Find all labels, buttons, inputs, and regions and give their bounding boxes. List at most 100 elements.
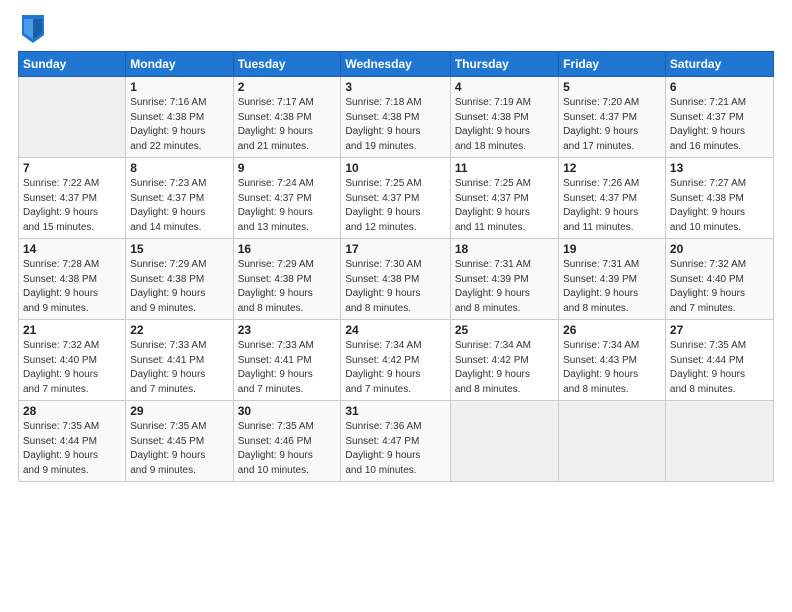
day-number: 5 [563,80,661,94]
day-info: Sunrise: 7:25 AMSunset: 4:37 PMDaylight:… [345,177,445,235]
day-number: 29 [130,404,228,418]
calendar-cell: 13Sunrise: 7:27 AMSunset: 4:38 PMDayligh… [665,158,773,239]
calendar-cell: 31Sunrise: 7:36 AMSunset: 4:47 PMDayligh… [341,401,450,482]
day-info: Sunrise: 7:34 AMSunset: 4:42 PMDaylight:… [455,339,554,397]
calendar-cell: 21 Sunrise: 7:32 AMSunset: 4:40 PMDayligh… [19,320,126,401]
calendar-cell: 3Sunrise: 7:18 AMSunset: 4:38 PMDaylight… [341,77,450,158]
day-number: 4 [455,80,554,94]
day-info: Sunrise: 7:31 AMSunset: 4:39 PMDaylight:… [563,258,661,316]
day-number: 1 [130,80,228,94]
calendar-cell: 9Sunrise: 7:24 AMSunset: 4:37 PMDaylight… [233,158,341,239]
day-number: 20 [670,242,769,256]
calendar-header: SundayMondayTuesdayWednesdayThursdayFrid… [19,52,774,77]
day-info: Sunrise: 7:35 AMSunset: 4:44 PMDaylight:… [670,339,769,397]
calendar-cell: 16 Sunrise: 7:29 AMSunset: 4:38 PMDayligh… [233,239,341,320]
calendar-cell: 14 Sunrise: 7:28 AMSunset: 4:38 PMDayligh… [19,239,126,320]
calendar-cell: 18Sunrise: 7:31 AMSunset: 4:39 PMDayligh… [450,239,558,320]
calendar-cell: 12 Sunrise: 7:26 AMSunset: 4:37 PMDayligh… [559,158,666,239]
day-info: Sunrise: 7:33 AMSunset: 4:41 PMDaylight:… [238,339,337,397]
day-info: Sunrise: 7:35 AMSunset: 4:44 PMDaylight:… [23,420,121,478]
calendar-body: 1 Sunrise: 7:16 AMSunset: 4:38 PMDaylight… [19,77,774,482]
calendar-week-1: 1 Sunrise: 7:16 AMSunset: 4:38 PMDaylight… [19,77,774,158]
day-info: Sunrise: 7:32 AMSunset: 4:40 PMDaylight:… [23,339,121,397]
calendar-cell [19,77,126,158]
calendar-cell: 7Sunrise: 7:22 AMSunset: 4:37 PMDaylight… [19,158,126,239]
weekday-header-sunday: Sunday [19,52,126,77]
day-number: 11 [455,161,554,175]
day-number: 19 [563,242,661,256]
day-number: 25 [455,323,554,337]
page-header [18,15,774,43]
calendar-week-4: 21 Sunrise: 7:32 AMSunset: 4:40 PMDayligh… [19,320,774,401]
calendar-cell: 30 Sunrise: 7:35 AMSunset: 4:46 PMDayligh… [233,401,341,482]
calendar-cell: 19 Sunrise: 7:31 AMSunset: 4:39 PMDayligh… [559,239,666,320]
day-number: 30 [238,404,337,418]
day-info: Sunrise: 7:17 AMSunset: 4:38 PMDaylight:… [238,96,337,154]
day-number: 23 [238,323,337,337]
calendar-cell: 27 Sunrise: 7:35 AMSunset: 4:44 PMDayligh… [665,320,773,401]
calendar-cell [559,401,666,482]
day-number: 21 [23,323,121,337]
day-number: 8 [130,161,228,175]
day-number: 22 [130,323,228,337]
weekday-header-thursday: Thursday [450,52,558,77]
day-number: 16 [238,242,337,256]
day-number: 12 [563,161,661,175]
day-number: 14 [23,242,121,256]
calendar-cell: 22 Sunrise: 7:33 AMSunset: 4:41 PMDayligh… [126,320,233,401]
day-info: Sunrise: 7:31 AMSunset: 4:39 PMDaylight:… [455,258,554,316]
calendar-cell: 6Sunrise: 7:21 AMSunset: 4:37 PMDaylight… [665,77,773,158]
calendar-cell: 2 Sunrise: 7:17 AMSunset: 4:38 PMDaylight… [233,77,341,158]
day-number: 26 [563,323,661,337]
calendar-cell [665,401,773,482]
day-number: 13 [670,161,769,175]
day-number: 2 [238,80,337,94]
calendar-table: SundayMondayTuesdayWednesdayThursdayFrid… [18,51,774,482]
calendar-cell: 4 Sunrise: 7:19 AMSunset: 4:38 PMDaylight… [450,77,558,158]
calendar-cell: 28 Sunrise: 7:35 AMSunset: 4:44 PMDayligh… [19,401,126,482]
calendar-week-2: 7Sunrise: 7:22 AMSunset: 4:37 PMDaylight… [19,158,774,239]
day-info: Sunrise: 7:25 AMSunset: 4:37 PMDaylight:… [455,177,554,235]
calendar-cell: 15 Sunrise: 7:29 AMSunset: 4:38 PMDayligh… [126,239,233,320]
day-info: Sunrise: 7:18 AMSunset: 4:38 PMDaylight:… [345,96,445,154]
day-info: Sunrise: 7:29 AMSunset: 4:38 PMDaylight:… [130,258,228,316]
logo [18,15,44,43]
calendar-cell: 8 Sunrise: 7:23 AMSunset: 4:37 PMDaylight… [126,158,233,239]
day-info: Sunrise: 7:16 AMSunset: 4:38 PMDaylight:… [130,96,228,154]
day-info: Sunrise: 7:19 AMSunset: 4:38 PMDaylight:… [455,96,554,154]
calendar-cell: 5 Sunrise: 7:20 AMSunset: 4:37 PMDaylight… [559,77,666,158]
day-info: Sunrise: 7:36 AMSunset: 4:47 PMDaylight:… [345,420,445,478]
calendar-cell: 1 Sunrise: 7:16 AMSunset: 4:38 PMDaylight… [126,77,233,158]
calendar-week-5: 28 Sunrise: 7:35 AMSunset: 4:44 PMDayligh… [19,401,774,482]
calendar-cell: 11 Sunrise: 7:25 AMSunset: 4:37 PMDayligh… [450,158,558,239]
day-number: 17 [345,242,445,256]
calendar-cell: 24 Sunrise: 7:34 AMSunset: 4:42 PMDayligh… [341,320,450,401]
day-info: Sunrise: 7:23 AMSunset: 4:37 PMDaylight:… [130,177,228,235]
day-number: 28 [23,404,121,418]
calendar-week-3: 14 Sunrise: 7:28 AMSunset: 4:38 PMDayligh… [19,239,774,320]
weekday-header-saturday: Saturday [665,52,773,77]
day-info: Sunrise: 7:20 AMSunset: 4:37 PMDaylight:… [563,96,661,154]
calendar-cell: 25 Sunrise: 7:34 AMSunset: 4:42 PMDayligh… [450,320,558,401]
day-number: 15 [130,242,228,256]
day-info: Sunrise: 7:32 AMSunset: 4:40 PMDaylight:… [670,258,769,316]
day-info: Sunrise: 7:22 AMSunset: 4:37 PMDaylight:… [23,177,121,235]
calendar-cell: 26Sunrise: 7:34 AMSunset: 4:43 PMDayligh… [559,320,666,401]
day-number: 6 [670,80,769,94]
day-info: Sunrise: 7:28 AMSunset: 4:38 PMDaylight:… [23,258,121,316]
day-info: Sunrise: 7:33 AMSunset: 4:41 PMDaylight:… [130,339,228,397]
day-number: 9 [238,161,337,175]
day-info: Sunrise: 7:34 AMSunset: 4:42 PMDaylight:… [345,339,445,397]
weekday-header-friday: Friday [559,52,666,77]
weekday-header-tuesday: Tuesday [233,52,341,77]
calendar-cell: 20 Sunrise: 7:32 AMSunset: 4:40 PMDayligh… [665,239,773,320]
weekday-row: SundayMondayTuesdayWednesdayThursdayFrid… [19,52,774,77]
day-info: Sunrise: 7:35 AMSunset: 4:46 PMDaylight:… [238,420,337,478]
calendar-cell: 17Sunrise: 7:30 AMSunset: 4:38 PMDayligh… [341,239,450,320]
day-number: 24 [345,323,445,337]
day-info: Sunrise: 7:29 AMSunset: 4:38 PMDaylight:… [238,258,337,316]
day-info: Sunrise: 7:26 AMSunset: 4:37 PMDaylight:… [563,177,661,235]
logo-icon [22,15,44,43]
day-info: Sunrise: 7:35 AMSunset: 4:45 PMDaylight:… [130,420,228,478]
day-number: 27 [670,323,769,337]
